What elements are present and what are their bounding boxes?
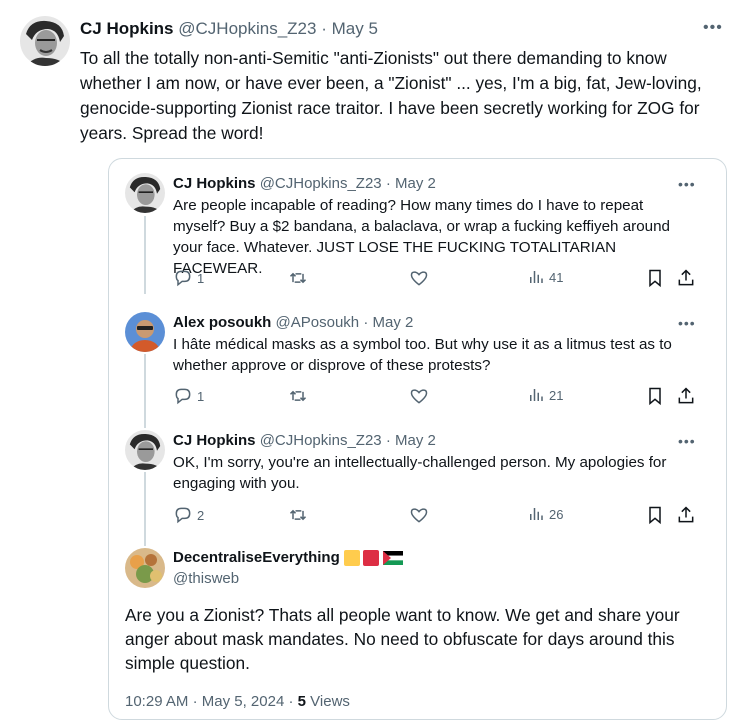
palestine-flag-icon (382, 550, 403, 565)
share-icon (678, 506, 694, 523)
author-name-text: DecentraliseEverything (173, 549, 340, 566)
more-icon[interactable]: ••• (678, 176, 696, 192)
yellow-square-icon (343, 549, 360, 566)
retweet-icon (289, 390, 307, 402)
author-name[interactable]: DecentraliseEverything (173, 549, 403, 566)
separator-dot: · (385, 175, 391, 192)
views-icon (530, 508, 543, 520)
tweet-text: Are people incapable of reading? How man… (173, 197, 670, 277)
views-count: 26 (549, 506, 564, 522)
share-icon (678, 387, 694, 404)
tweet-date[interactable]: May 2 (395, 175, 436, 192)
share-button[interactable] (676, 505, 696, 525)
red-square-icon (362, 549, 379, 566)
tweet-date[interactable]: May 2 (395, 432, 436, 449)
tweet-text: I hâte médical masks as a symbol too. Bu… (173, 336, 672, 374)
thread-connector (144, 216, 146, 294)
author-handle[interactable]: @CJHopkins_Z23 (260, 432, 382, 449)
like-icon (410, 508, 428, 523)
retweet-button[interactable] (288, 268, 308, 288)
tweet-date[interactable]: May 5, 2024 (202, 693, 285, 710)
tweet-actions: 2 26 (173, 505, 703, 527)
avatar[interactable] (125, 548, 165, 588)
author-name[interactable]: CJ Hopkins (173, 175, 256, 192)
tweet-header: CJ Hopkins @CJHopkins_Z23 · May 2 (173, 175, 436, 192)
tweet-text: To all the totally non-anti-Semitic "ant… (80, 48, 702, 143)
like-icon (410, 271, 428, 286)
retweet-button[interactable] (288, 386, 308, 406)
separator-dot: · (385, 432, 391, 449)
bookmark-icon (649, 387, 661, 406)
views-icon (530, 271, 543, 283)
separator-dot: · (288, 693, 294, 710)
bookmark-icon (649, 506, 661, 525)
views-count: 41 (549, 269, 564, 285)
author-handle[interactable]: @CJHopkins_Z23 (178, 19, 316, 38)
author-handle[interactable]: @CJHopkins_Z23 (260, 175, 382, 192)
retweet-icon (289, 509, 307, 521)
tweet-meta: 10:29 AM · May 5, 2024 · 5 Views (125, 693, 350, 710)
views-button[interactable]: 26 (527, 505, 563, 523)
author-name[interactable]: CJ Hopkins (173, 432, 256, 449)
reply-text: Are you a Zionist? Thats all people want… (125, 605, 680, 673)
tweet-text: OK, I'm sorry, you're an intellectually-… (173, 454, 667, 492)
more-icon[interactable]: ••• (678, 315, 696, 331)
reply-icon (175, 270, 191, 287)
tweet-header: CJ Hopkins @CJHopkins_Z23 · May 5 (80, 19, 378, 39)
views-count: 5 (297, 693, 306, 710)
views-button[interactable]: 21 (527, 386, 563, 404)
reply-button[interactable]: 1 (173, 386, 204, 406)
avatar[interactable] (20, 16, 70, 66)
more-icon[interactable]: ••• (678, 433, 696, 449)
tweet-date[interactable]: May 5 (332, 19, 378, 38)
reply-icon (175, 507, 191, 524)
separator-dot: · (321, 19, 327, 38)
author-name[interactable]: Alex posoukh (173, 314, 271, 331)
reply-button[interactable]: 2 (173, 505, 204, 525)
author-name[interactable]: CJ Hopkins (80, 19, 174, 38)
author-handle[interactable]: @thisweb (173, 570, 239, 587)
bookmark-button[interactable] (645, 268, 665, 288)
more-icon[interactable]: ••• (703, 19, 723, 37)
tweet-actions: 1 41 (173, 268, 703, 290)
bookmark-icon (649, 269, 661, 288)
views-button[interactable]: 41 (527, 268, 563, 286)
like-button[interactable] (409, 505, 429, 525)
share-button[interactable] (676, 386, 696, 406)
like-button[interactable] (409, 268, 429, 288)
share-button[interactable] (676, 268, 696, 288)
reply-icon (175, 388, 191, 405)
retweet-icon (289, 272, 307, 284)
avatar[interactable] (125, 173, 165, 213)
like-button[interactable] (409, 386, 429, 406)
author-handle[interactable]: @APosoukh (276, 314, 360, 331)
tweet-header: CJ Hopkins @CJHopkins_Z23 · May 2 (173, 432, 436, 449)
reply-count: 1 (197, 388, 205, 404)
tweet-date[interactable]: May 2 (372, 314, 413, 331)
like-icon (410, 389, 428, 404)
bookmark-button[interactable] (645, 386, 665, 406)
reply-count: 2 (197, 507, 205, 523)
separator-dot: · (192, 693, 198, 710)
avatar[interactable] (125, 312, 165, 352)
tweet-header: Alex posoukh @APosoukh · May 2 (173, 314, 413, 331)
thread-connector (144, 354, 146, 428)
share-icon (678, 269, 694, 286)
reply-button[interactable]: 1 (173, 268, 204, 288)
tweet-time[interactable]: 10:29 AM (125, 693, 188, 710)
tweet-actions: 1 21 (173, 386, 703, 408)
reply-count: 1 (197, 270, 205, 286)
views-label: Views (310, 693, 350, 710)
views-count: 21 (549, 387, 564, 403)
views-icon (530, 389, 543, 401)
bookmark-button[interactable] (645, 505, 665, 525)
retweet-button[interactable] (288, 505, 308, 525)
avatar[interactable] (125, 430, 165, 470)
separator-dot: · (363, 314, 369, 331)
thread-connector (144, 472, 146, 546)
